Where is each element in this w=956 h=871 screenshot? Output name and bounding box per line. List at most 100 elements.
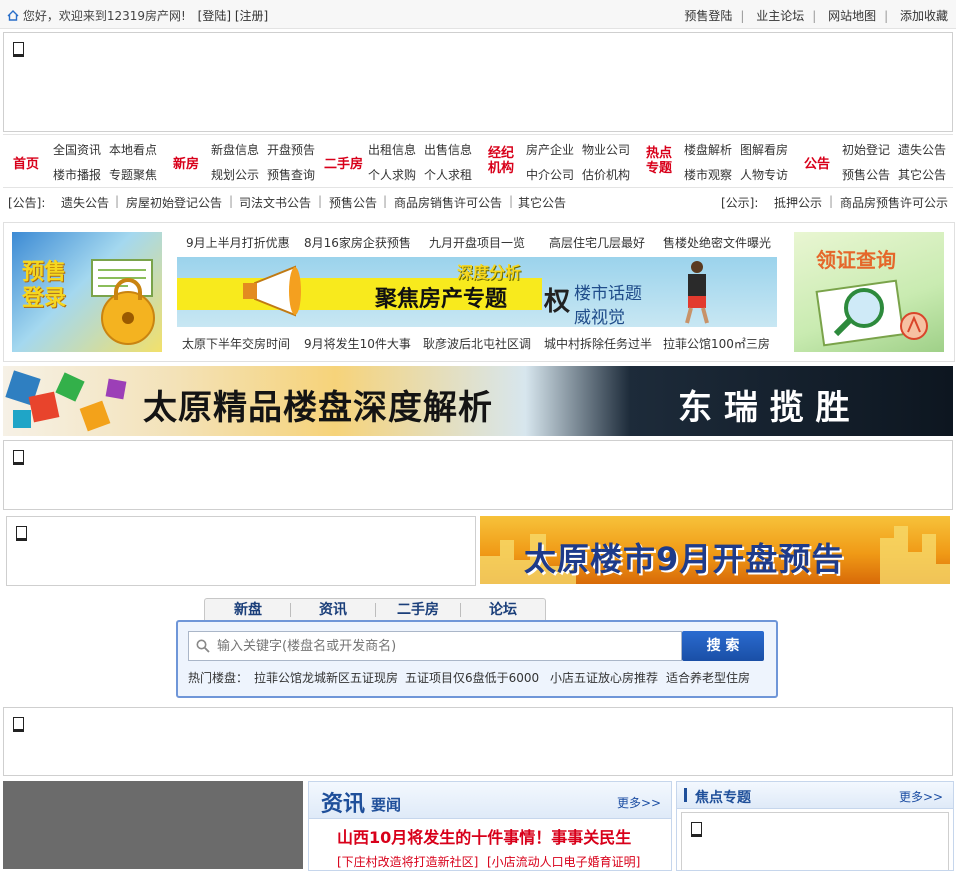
featured-property-banner[interactable]: 太原精品楼盘深度解析 东 瑞 揽 胜 xyxy=(3,366,953,436)
ad-placeholder-middle xyxy=(3,440,953,510)
focus-title: 焦点专题 xyxy=(695,790,751,806)
notice-link[interactable]: 遗失公告 xyxy=(61,194,109,211)
broken-image-icon xyxy=(691,822,702,837)
nav-link[interactable]: 楼盘解析 xyxy=(684,141,732,158)
headline-link[interactable]: 耿彦波后北屯社区调 xyxy=(423,335,531,352)
owner-forum-link[interactable]: 业主论坛 xyxy=(756,9,804,23)
broken-image-icon xyxy=(16,526,27,541)
notice-link[interactable]: 抵押公示 xyxy=(774,194,822,211)
ad-placeholder-lower xyxy=(3,707,953,776)
nav-link[interactable]: 全国资讯 xyxy=(53,141,101,158)
nav-category-hot-topics[interactable]: 热点专题 xyxy=(646,146,674,176)
image-slideshow-placeholder[interactable] xyxy=(3,781,303,869)
news-sub-link[interactable]: [小店流动人口电子婚育证明] xyxy=(487,853,640,870)
headline-link[interactable]: 9月将发生10件大事 xyxy=(304,335,411,352)
nav-link[interactable]: 中介公司 xyxy=(526,166,574,183)
walking-person-icon xyxy=(685,261,709,324)
presale-login-link[interactable]: 预售登陆 xyxy=(684,9,732,23)
nav-link[interactable]: 其它公告 xyxy=(898,166,946,183)
notice-bar: [公告]: 遗失公告 | 房屋初始登记公告 | 司法文书公告 | 预售公告 | … xyxy=(3,188,953,214)
certificate-query-banner[interactable]: 领证查询 xyxy=(794,232,944,352)
sitemap-link[interactable]: 网站地图 xyxy=(828,9,876,23)
notice-link[interactable]: 商品房销售许可公告 xyxy=(394,194,502,211)
add-favorite-link[interactable]: 添加收藏 xyxy=(900,9,948,23)
broken-image-icon xyxy=(13,450,24,465)
nav-link[interactable]: 开盘预告 xyxy=(267,141,315,158)
divider: | xyxy=(229,194,234,208)
nav-link[interactable]: 人物专访 xyxy=(740,166,788,183)
banner-sub: 威视觉 xyxy=(574,308,625,327)
banner-tag: 深度分析 xyxy=(457,263,522,282)
hot-property-link[interactable]: 适合养老型住房 xyxy=(666,669,750,686)
nav-link[interactable]: 出售信息 xyxy=(424,141,472,158)
nav-link[interactable]: 楼市观察 xyxy=(684,166,732,183)
banner-topic: 楼市话题 xyxy=(574,284,642,304)
nav-link[interactable]: 本地看点 xyxy=(109,141,157,158)
nav-category-agency[interactable]: 经纪机构 xyxy=(488,146,516,176)
nav-home[interactable]: 首页 xyxy=(13,153,39,172)
headline-link[interactable]: 城中村拆除任务过半 xyxy=(544,335,652,352)
nav-link[interactable]: 预售公告 xyxy=(842,166,890,183)
hot-property-link[interactable]: 拉菲公馆龙城新区五证现房 xyxy=(254,669,398,686)
tab-forum[interactable]: 论坛 xyxy=(461,598,545,622)
search-button[interactable]: 搜 索 xyxy=(682,631,764,661)
nav-link[interactable]: 楼市播报 xyxy=(53,166,101,183)
headline-link[interactable]: 高层住宅几层最好 xyxy=(549,234,645,251)
search-module: 新盘 资讯 二手房 论坛 搜 索 热门楼盘： 拉菲公馆龙城新区五证现房 五证项目… xyxy=(176,598,778,698)
tab-secondhand[interactable]: 二手房 xyxy=(376,598,460,622)
nav-link[interactable]: 估价机构 xyxy=(582,166,630,183)
nav-category-notice[interactable]: 公告 xyxy=(804,153,830,172)
nav-link[interactable]: 个人求购 xyxy=(368,166,416,183)
nav-category-secondhand[interactable]: 二手房 xyxy=(324,153,363,172)
nav-link[interactable]: 专题聚焦 xyxy=(109,166,157,183)
nav-link[interactable]: 物业公司 xyxy=(582,141,630,158)
notice-label: [公告]: xyxy=(8,196,46,210)
headline-link[interactable]: 售楼处绝密文件曝光 xyxy=(663,234,771,251)
notice-link[interactable]: 预售公告 xyxy=(329,194,377,211)
nav-link[interactable]: 遗失公告 xyxy=(898,141,946,158)
banner-text: 太原楼市9月开盘预告 xyxy=(524,540,845,578)
hot-properties-label: 热门楼盘： xyxy=(188,671,249,685)
home-icon[interactable] xyxy=(7,10,19,21)
news-headline[interactable]: 山西10月将发生的十件事情！事事关民生 xyxy=(337,824,631,848)
ad-placeholder-top xyxy=(3,32,953,132)
notice-link[interactable]: 商品房预售许可公示 xyxy=(840,194,948,211)
hot-property-link[interactable]: 五证项目仅6盘低于6000 xyxy=(405,669,539,686)
nav-link[interactable]: 初始登记 xyxy=(842,141,890,158)
presale-login-banner-text: 预售登录 xyxy=(22,260,67,311)
news-more-link[interactable]: 更多>> xyxy=(617,794,661,811)
title-marker xyxy=(684,788,687,802)
headline-link[interactable]: 9月上半月打折优惠 xyxy=(186,234,290,251)
headline-link[interactable]: 拉菲公馆100㎡三房 xyxy=(663,335,770,352)
nav-link[interactable]: 图解看房 xyxy=(740,141,788,158)
hot-property-link[interactable]: 小店五证放心房推荐 xyxy=(550,669,658,686)
focus-more-link[interactable]: 更多>> xyxy=(899,788,943,805)
presale-login-banner[interactable]: 预售登录 xyxy=(12,232,162,352)
nav-link[interactable]: 出租信息 xyxy=(368,141,416,158)
notice-link[interactable]: 房屋初始登记公告 xyxy=(126,194,222,211)
nav-link[interactable]: 新盘信息 xyxy=(211,141,259,158)
login-link[interactable]: [登陆] xyxy=(198,9,231,23)
september-opening-banner[interactable]: 太原楼市9月开盘预告 xyxy=(480,516,950,584)
focus-topic-banner[interactable]: 深度分析 聚焦房产专题 权 楼市话题 威视觉 xyxy=(177,257,777,327)
register-link[interactable]: [注册] xyxy=(235,9,268,23)
search-input[interactable] xyxy=(215,635,674,657)
search-box: 搜 索 热门楼盘： 拉菲公馆龙城新区五证现房 五证项目仅6盘低于6000 小店五… xyxy=(176,620,778,698)
notice-link[interactable]: 司法文书公告 xyxy=(239,194,311,211)
notice-link[interactable]: 其它公告 xyxy=(518,194,566,211)
top-bar-links: 预售登陆 | 业主论坛 | 网站地图 | 添加收藏 xyxy=(684,9,948,23)
megaphone-icon xyxy=(243,265,301,317)
colorful-cubes-icon xyxy=(5,370,127,432)
nav-link[interactable]: 预售查询 xyxy=(267,166,315,183)
tab-news[interactable]: 资讯 xyxy=(291,598,375,622)
tab-newhouse[interactable]: 新盘 xyxy=(206,598,290,622)
nav-link[interactable]: 规划公示 xyxy=(211,166,259,183)
broken-image-icon xyxy=(13,42,24,57)
nav-link[interactable]: 房产企业 xyxy=(526,141,574,158)
nav-category-newhouse[interactable]: 新房 xyxy=(173,153,199,172)
headline-link[interactable]: 8月16家房企获预售 xyxy=(304,234,411,251)
nav-link[interactable]: 个人求租 xyxy=(424,166,472,183)
headline-link[interactable]: 九月开盘项目一览 xyxy=(429,234,525,251)
news-sub-link[interactable]: [下庄村改造将打造新社区] xyxy=(337,853,478,870)
headline-link[interactable]: 太原下半年交房时间 xyxy=(182,335,290,352)
